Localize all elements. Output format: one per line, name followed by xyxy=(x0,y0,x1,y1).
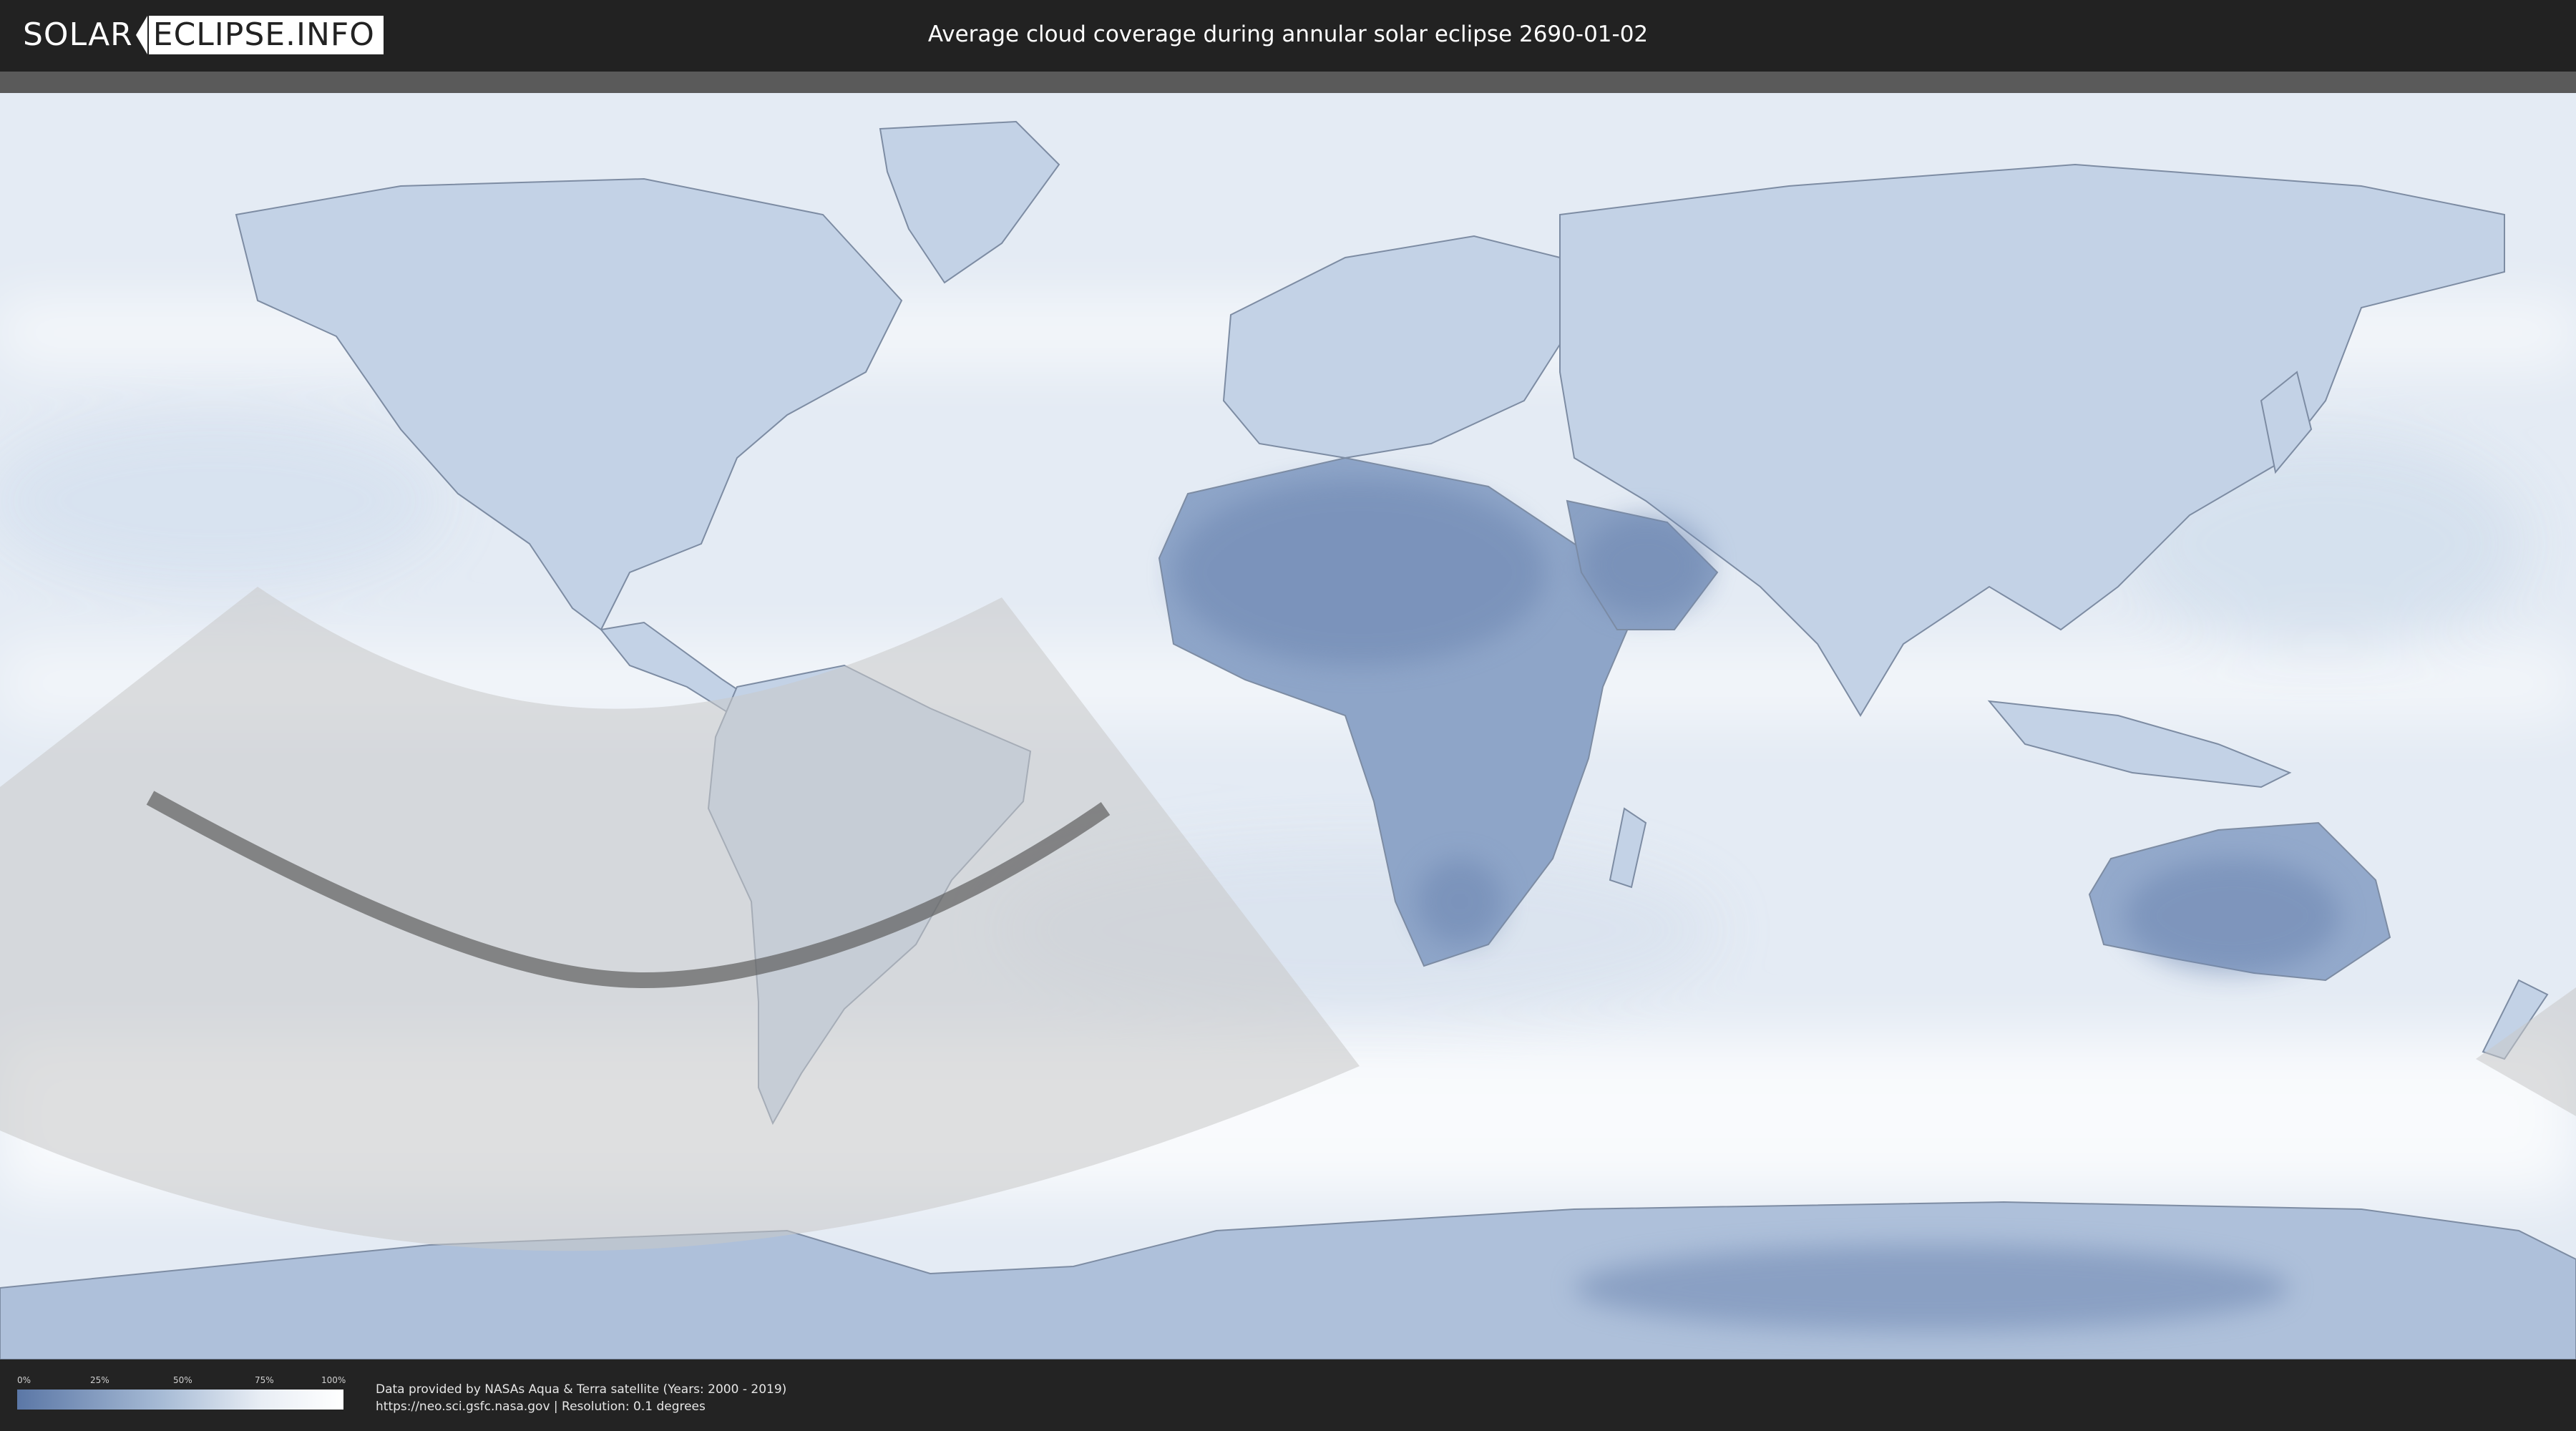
credits-line-2: https://neo.sci.gsfc.nasa.gov | Resoluti… xyxy=(376,1400,706,1414)
data-credits: Data provided by NASAs Aqua & Terra sate… xyxy=(376,1381,786,1415)
header-bar: SOLAR ECLIPSE.INFO Average cloud coverag… xyxy=(0,0,2576,72)
cloud-coverage-map xyxy=(0,72,2576,1359)
legend-gradient-bar xyxy=(17,1390,343,1410)
legend-tick-50: 50% xyxy=(173,1375,192,1385)
credits-line-1: Data provided by NASAs Aqua & Terra sate… xyxy=(376,1382,787,1397)
legend-tick-100: 100% xyxy=(321,1375,346,1385)
legend-tick-0: 0% xyxy=(17,1375,31,1385)
page-title: Average cloud coverage during annular so… xyxy=(927,21,1649,47)
world-map xyxy=(0,93,2576,1359)
legend-tick-25: 25% xyxy=(90,1375,109,1385)
footer-bar: 0% 25% 50% 75% 100% Data provided by NAS… xyxy=(0,1359,2576,1431)
legend-tick-75: 75% xyxy=(255,1375,274,1385)
